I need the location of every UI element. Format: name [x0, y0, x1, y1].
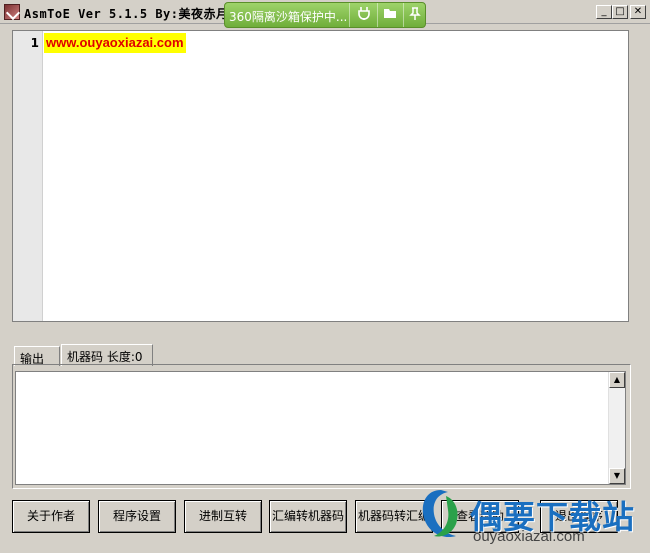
scroll-up-arrow-icon[interactable]: ▲	[609, 372, 625, 388]
app-icon[interactable]	[4, 4, 20, 20]
scroll-down-arrow-icon[interactable]: ▼	[609, 468, 625, 484]
line-number-gutter: 1	[13, 31, 43, 321]
code-editor[interactable]: 1 www.ouyaoxiazai.com	[12, 30, 629, 322]
tab-output[interactable]: 输出	[14, 346, 60, 366]
maximize-button[interactable]: □	[612, 5, 628, 19]
program-settings-button[interactable]: 程序设置	[98, 500, 176, 533]
sandbox-separator	[377, 3, 378, 27]
plug-icon[interactable]	[354, 6, 374, 24]
base-convert-button[interactable]: 进制互转	[184, 500, 262, 533]
about-author-button[interactable]: 关于作者	[12, 500, 90, 533]
sandbox-separator	[349, 3, 350, 27]
sandbox-separator	[403, 3, 404, 27]
tab-machine-code[interactable]: 机器码 长度:0	[61, 344, 153, 366]
title-bar[interactable]: AsmToE Ver 5.1.5 By:美夜赤月 360隔离沙箱保护中... _…	[0, 0, 650, 28]
watermark-logo-icon	[422, 490, 458, 538]
sandbox-status-text: 360隔离沙箱保护中...	[229, 10, 348, 24]
code-line[interactable]: www.ouyaoxiazai.com	[44, 33, 186, 53]
minimize-button[interactable]: _	[596, 5, 612, 19]
vertical-scrollbar[interactable]: ▲ ▼	[608, 372, 625, 484]
window-title: AsmToE Ver 5.1.5 By:美夜赤月	[24, 7, 229, 21]
watermark-url: ouyaoxiazai.com	[473, 528, 585, 545]
folder-icon[interactable]	[380, 6, 400, 24]
asm-to-machine-code-button[interactable]: 汇编转机器码	[269, 500, 347, 533]
sandbox-banner[interactable]: 360隔离沙箱保护中...	[224, 2, 426, 28]
output-textarea[interactable]: ▲ ▼	[15, 371, 626, 485]
close-button[interactable]: ✕	[630, 5, 646, 19]
line-number: 1	[30, 36, 39, 50]
pin-icon[interactable]	[405, 6, 425, 24]
